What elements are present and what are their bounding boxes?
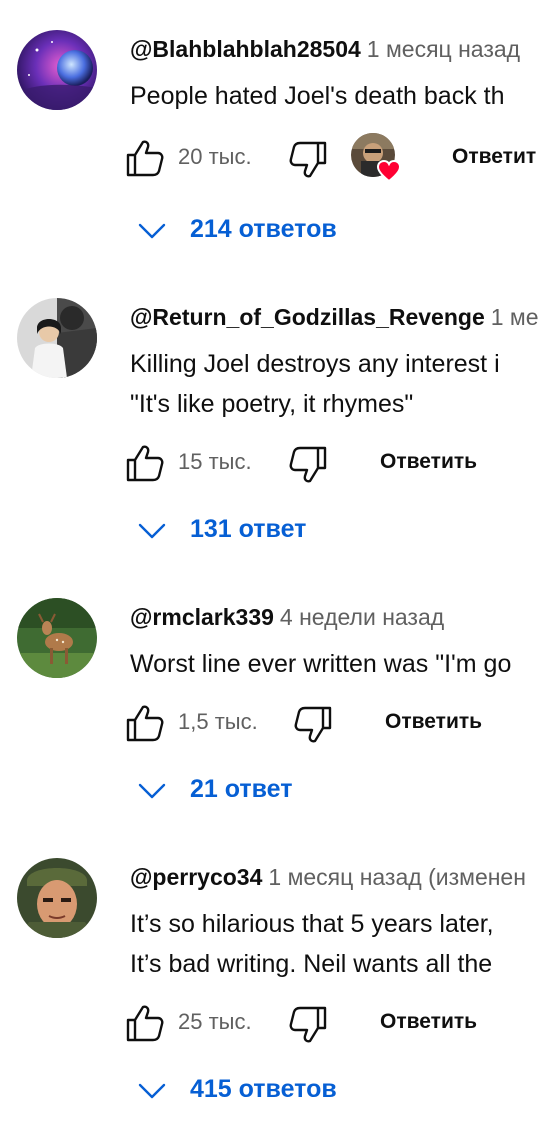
author-name[interactable]: @Return_of_Godzillas_Revenge [130, 304, 485, 330]
chevron-down-icon [138, 523, 166, 539]
comment-text: People hated Joel's death back th [130, 76, 505, 116]
author-name[interactable]: @Blahblahblah28504 [130, 36, 361, 62]
comment-text-line: People hated Joel's death back th [130, 82, 505, 110]
comment-text-line: Killing Joel destroys any interest i [130, 350, 500, 378]
creator-heart[interactable] [351, 133, 402, 183]
avatar[interactable] [17, 30, 97, 110]
like-count: 15 тыс. [178, 449, 252, 474]
like-count: 25 тыс. [178, 1009, 252, 1034]
chevron-down-icon [138, 223, 166, 239]
dislike-icon[interactable] [293, 705, 333, 745]
replies-count: 131 ответ [190, 515, 307, 543]
replies-count: 214 ответов [190, 215, 337, 243]
like-count: 20 тыс. [178, 144, 252, 169]
timestamp[interactable]: 1 месяц назад [367, 36, 520, 62]
timestamp[interactable]: 1 месяц назад (изменен [268, 864, 526, 890]
like-icon[interactable] [125, 703, 165, 743]
comment-text-line: It’s bad writing. Neil wants all the [130, 950, 493, 978]
reply-button[interactable]: Ответить [385, 710, 482, 734]
timestamp[interactable]: 1 ме [491, 304, 539, 330]
like-icon[interactable] [125, 138, 165, 178]
comment-header: @Blahblahblah28504 1 месяц назад [130, 36, 520, 63]
like-count: 1,5 тыс. [178, 709, 258, 734]
author-name[interactable]: @perryco34 [130, 864, 262, 890]
replies-count: 415 ответов [190, 1075, 337, 1103]
comment-text: Killing Joel destroys any interest i "It… [130, 344, 500, 424]
creator-heart-icon [351, 133, 402, 183]
comment-text-line: "It's like poetry, it rhymes" [130, 390, 414, 418]
comment-text-line: It’s so hilarious that 5 years later, [130, 910, 494, 938]
chevron-down-icon [138, 783, 166, 799]
comment-header: @Return_of_Godzillas_Revenge 1 ме [130, 304, 539, 331]
comment-text: It’s so hilarious that 5 years later, It… [130, 904, 494, 984]
comment-text: Worst line ever written was "I'm go [130, 644, 511, 684]
comment-header: @perryco34 1 месяц назад (изменен [130, 864, 526, 891]
avatar[interactable] [17, 598, 97, 678]
timestamp[interactable]: 4 недели назад [280, 604, 444, 630]
chevron-down-icon [138, 1083, 166, 1099]
dislike-icon[interactable] [288, 445, 328, 485]
author-name[interactable]: @rmclark339 [130, 604, 274, 630]
like-icon[interactable] [125, 1003, 165, 1043]
avatar[interactable] [17, 858, 97, 938]
dislike-icon[interactable] [288, 140, 328, 180]
comment-text-line: Worst line ever written was "I'm go [130, 650, 512, 678]
like-icon[interactable] [125, 443, 165, 483]
reply-button[interactable]: Ответит [452, 145, 536, 169]
replies-count: 21 ответ [190, 775, 293, 803]
reply-button[interactable]: Ответить [380, 1010, 477, 1034]
avatar[interactable] [17, 298, 97, 378]
comment-header: @rmclark339 4 недели назад [130, 604, 444, 631]
reply-button[interactable]: Ответить [380, 450, 477, 474]
dislike-icon[interactable] [288, 1005, 328, 1045]
